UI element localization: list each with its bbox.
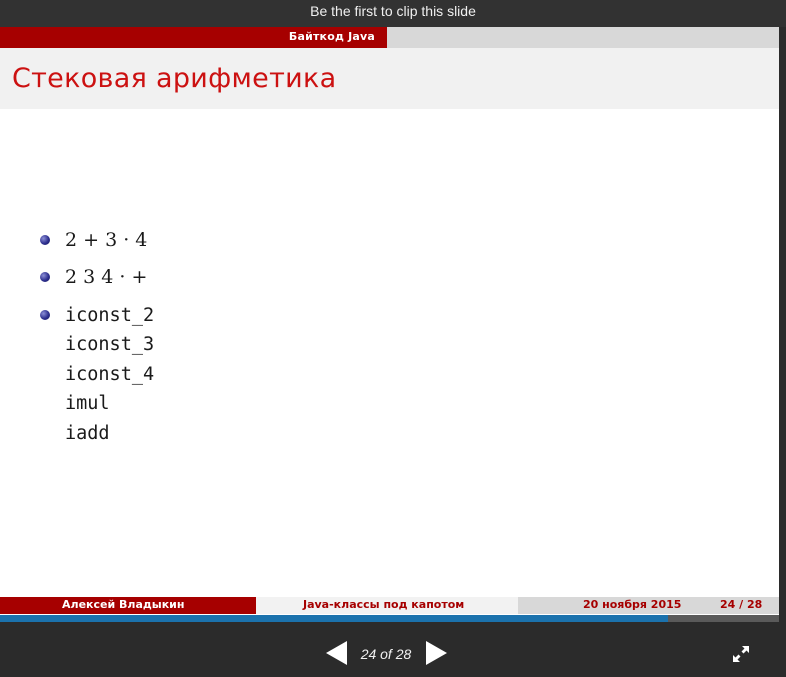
code-line: iconst_2: [65, 305, 155, 326]
slide-progress-fill: [0, 615, 668, 622]
slide-section-label: Байткод Java: [288, 30, 375, 43]
slide-title-band: Стековая арифметика: [0, 48, 779, 109]
code-line: iconst_3: [65, 334, 155, 356]
arrow-right-icon[interactable]: [426, 641, 447, 665]
footer-date-box: 20 ноября 2015 24 / 28: [518, 597, 779, 614]
slide-header-section: Байткод Java: [0, 27, 387, 48]
fullscreen-expand-icon[interactable]: [731, 644, 751, 664]
slide-title: Стековая арифметика: [12, 63, 337, 94]
slide-counter: 24 of 28: [360, 646, 412, 662]
footer-date: 20 ноября 2015: [583, 598, 682, 611]
footer-title-box: Java-классы под капотом: [256, 597, 518, 614]
footer-page-number: 24 / 28: [720, 598, 763, 611]
bullet-icon: [40, 235, 50, 245]
slide-header-strip: Байткод Java: [0, 27, 779, 48]
player-nav-bar: 24 of 28: [0, 622, 786, 677]
bullet-text: 2 3 4 · +: [65, 266, 148, 288]
arrow-left-icon[interactable]: [326, 641, 347, 665]
bullet-list: 2 + 3 · 4 2 3 4 · + iconst_2 iconst_3 ic…: [40, 227, 154, 448]
footer-talk-title: Java-классы под капотом: [303, 598, 465, 611]
code-line: iadd: [65, 422, 110, 444]
slide-footer: Алексей Владыкин Java-классы под капотом…: [0, 597, 779, 614]
slide-progress-bar: [0, 615, 779, 622]
top-bar: Be the first to clip this slide: [0, 0, 786, 27]
bullet-item-code: iconst_2 iconst_3 iconst_4 imul iadd: [40, 301, 154, 448]
footer-author-box: Алексей Владыкин: [0, 597, 256, 614]
bullet-item: 2 3 4 · +: [40, 264, 154, 301]
slide-canvas: Байткод Java Стековая арифметика 2 + 3 ·…: [0, 27, 779, 622]
footer-author: Алексей Владыкин: [62, 598, 185, 611]
bullet-text: 2 + 3 · 4: [65, 229, 148, 251]
code-line: iconst_4: [65, 363, 155, 385]
bullet-icon: [40, 272, 50, 282]
bullet-item: 2 + 3 · 4: [40, 227, 154, 264]
code-line: imul: [65, 393, 110, 415]
clip-slide-link[interactable]: Be the first to clip this slide: [0, 3, 786, 19]
bullet-icon: [40, 310, 50, 320]
